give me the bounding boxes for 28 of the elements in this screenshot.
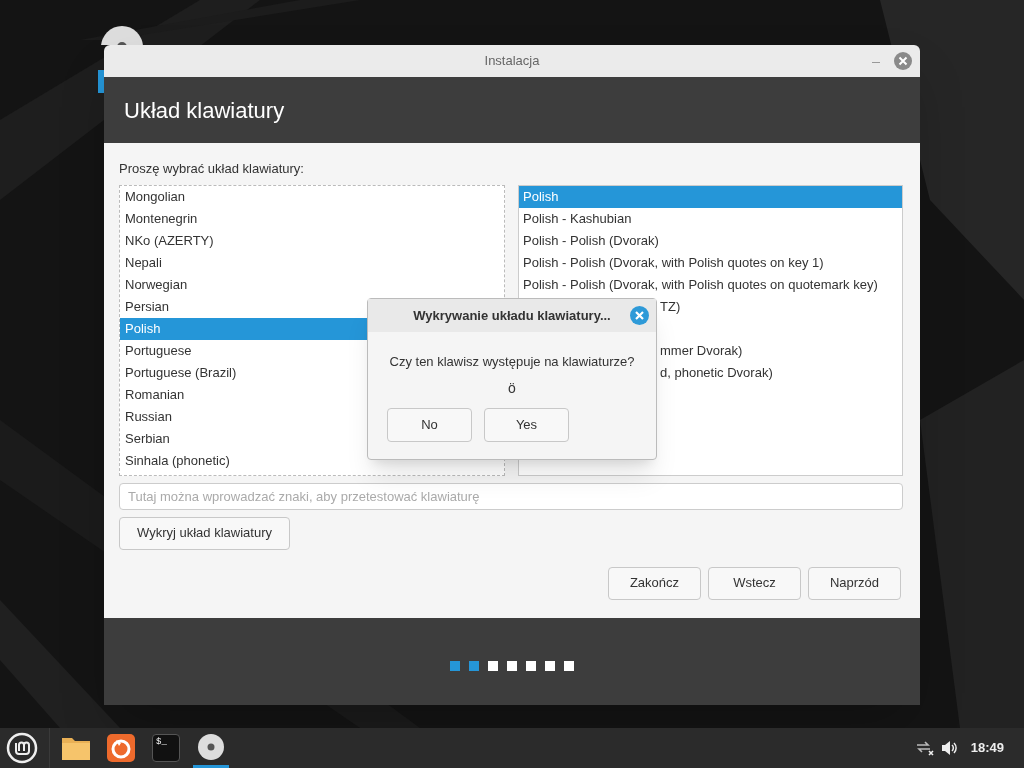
nav-button[interactable]: Zakończ <box>608 566 701 600</box>
dialog-button[interactable]: Yes <box>484 407 569 442</box>
list-item[interactable]: Montenegrin <box>120 207 504 230</box>
dialog-question: Czy ten klawisz występuje na klawiaturze? <box>388 353 636 371</box>
page-heading: Układ klawiatury <box>124 96 285 125</box>
list-item[interactable]: Polish - Kashubian <box>519 207 902 230</box>
list-item[interactable]: Norwegian <box>120 273 504 296</box>
list-item[interactable]: Polish - Polish (Dvorak, with Polish quotes on quotemark key) <box>519 273 902 296</box>
menu-icon[interactable] <box>6 732 38 764</box>
clock[interactable]: 18:49 <box>970 738 1004 758</box>
nav-button[interactable]: Wstecz <box>708 566 801 600</box>
list-item[interactable]: Polish - Polish (Dvorak) <box>519 229 902 252</box>
list-item[interactable]: NKo (AZERTY) <box>120 229 504 252</box>
detect-layout-button[interactable]: Wykryj układ klawiatury <box>119 516 290 550</box>
network-disconnected-icon[interactable] <box>914 739 935 757</box>
dialog-button[interactable]: No <box>387 407 472 442</box>
list-item[interactable]: Sinhala (phonetic) <box>120 449 504 472</box>
prompt-label: Proszę wybrać układ klawiatury: <box>119 160 305 178</box>
window-title: Instalacja <box>484 52 540 71</box>
list-item[interactable]: Mongolian <box>120 185 504 208</box>
close-icon[interactable] <box>630 306 649 325</box>
close-icon[interactable] <box>894 52 912 70</box>
nav-button[interactable]: Naprzód <box>808 566 901 600</box>
list-item[interactable]: Polish - Polish (Dvorak, with Polish quotes on key 1) <box>519 251 902 274</box>
test-field[interactable]: Tutaj można wprowadzać znaki, aby przetestować klawiaturę <box>119 482 903 510</box>
key-character: ö <box>508 378 516 398</box>
volume-icon[interactable] <box>940 740 959 756</box>
list-item[interactable]: Nepali <box>120 251 504 274</box>
